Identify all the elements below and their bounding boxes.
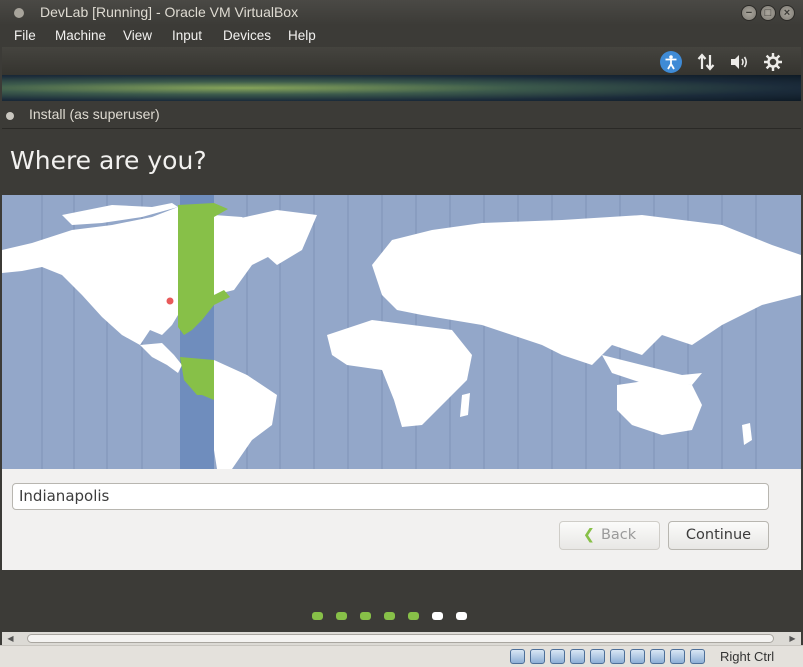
app-icon bbox=[14, 8, 24, 18]
volume-icon[interactable] bbox=[728, 51, 750, 73]
menu-devices[interactable]: Devices bbox=[223, 28, 271, 43]
back-label: Back bbox=[600, 527, 637, 543]
menu-help[interactable]: Help bbox=[288, 28, 316, 43]
minimize-button[interactable]: − bbox=[741, 5, 757, 21]
page-title: Where are you? bbox=[10, 146, 207, 175]
video-capture-icon[interactable] bbox=[630, 649, 645, 664]
window-titlebar: DevLab [Running] - Oracle VM VirtualBox … bbox=[0, 0, 803, 25]
continue-button[interactable]: Continue bbox=[668, 521, 769, 550]
installer-footer bbox=[2, 570, 801, 632]
menu-file[interactable]: File bbox=[14, 28, 36, 43]
maximize-button[interactable]: □ bbox=[760, 5, 776, 21]
cpu-icon[interactable] bbox=[650, 649, 665, 664]
world-map-image bbox=[2, 195, 801, 469]
scroll-left-icon[interactable]: ◀ bbox=[4, 632, 17, 645]
installer-window-icon bbox=[6, 112, 14, 120]
audio-icon[interactable] bbox=[550, 649, 565, 664]
scrollbar-thumb[interactable] bbox=[27, 634, 774, 643]
close-button[interactable]: × bbox=[779, 5, 795, 21]
network-activity-icon[interactable] bbox=[670, 649, 685, 664]
hard-disk-icon[interactable] bbox=[510, 649, 525, 664]
display-icon[interactable] bbox=[610, 649, 625, 664]
installer-titlebar: Install (as superuser) bbox=[2, 101, 801, 129]
usb-icon[interactable] bbox=[570, 649, 585, 664]
mouse-integration-icon[interactable] bbox=[690, 649, 705, 664]
network-icon[interactable] bbox=[695, 51, 717, 73]
shared-folder-icon[interactable] bbox=[590, 649, 605, 664]
step-dot-done bbox=[312, 612, 323, 620]
menu-view[interactable]: View bbox=[123, 28, 152, 43]
desktop-wallpaper bbox=[2, 75, 801, 101]
progress-steps bbox=[312, 607, 480, 620]
timezone-city-input[interactable]: Indianapolis bbox=[12, 483, 769, 510]
step-dot-done bbox=[408, 612, 419, 620]
location-form: Indianapolis ❮ Back Continue bbox=[2, 469, 801, 570]
guest-top-panel bbox=[2, 47, 801, 75]
step-dot-pending bbox=[456, 612, 467, 620]
step-dot-pending bbox=[432, 612, 443, 620]
optical-disk-icon[interactable] bbox=[530, 649, 545, 664]
window-title: DevLab [Running] - Oracle VM VirtualBox bbox=[40, 4, 299, 20]
settings-gear-icon[interactable] bbox=[762, 51, 784, 73]
status-bar: Right Ctrl bbox=[0, 645, 803, 667]
step-dot-done bbox=[360, 612, 371, 620]
scroll-right-icon[interactable]: ▶ bbox=[786, 632, 799, 645]
menu-machine[interactable]: Machine bbox=[55, 28, 106, 43]
installer-window-title: Install (as superuser) bbox=[29, 106, 160, 122]
timezone-map[interactable] bbox=[2, 195, 801, 469]
accessibility-icon[interactable] bbox=[660, 51, 682, 73]
back-button[interactable]: ❮ Back bbox=[559, 521, 660, 550]
step-dot-done bbox=[336, 612, 347, 620]
guest-display[interactable]: Install (as superuser) Where are you? In… bbox=[2, 47, 801, 632]
step-dot-done bbox=[384, 612, 395, 620]
horizontal-scrollbar[interactable]: ◀ ▶ bbox=[2, 632, 801, 645]
installer-header: Where are you? bbox=[2, 129, 801, 195]
host-key-label: Right Ctrl bbox=[720, 649, 775, 664]
menu-bar: File Machine View Input Devices Help bbox=[0, 25, 803, 47]
menu-input[interactable]: Input bbox=[172, 28, 202, 43]
back-arrow-icon: ❮ bbox=[582, 527, 595, 543]
